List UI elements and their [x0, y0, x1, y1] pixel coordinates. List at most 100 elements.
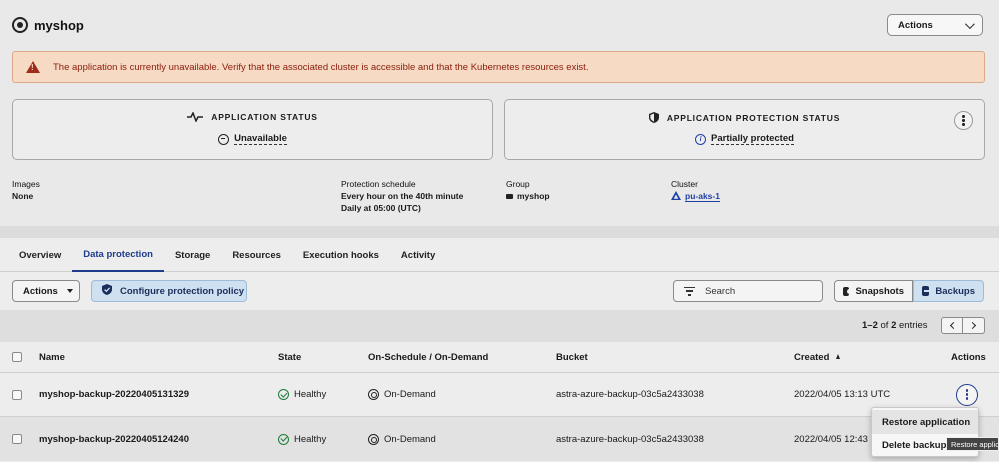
search-input[interactable]: Search	[673, 280, 823, 302]
group-meta: Group myshop	[506, 178, 550, 202]
row-checkbox[interactable]	[12, 434, 22, 444]
column-state[interactable]: State	[278, 342, 301, 372]
protection-status-title-row: APPLICATION PROTECTION STATUS	[505, 112, 984, 123]
app-overview-section: myshop Actions The application is curren…	[0, 0, 999, 226]
section-divider	[0, 226, 999, 238]
unavailable-alert: The application is currently unavailable…	[12, 51, 985, 83]
protection-status-value-row[interactable]: i Partially protected	[505, 133, 984, 145]
protection-status-title: APPLICATION PROTECTION STATUS	[666, 112, 841, 123]
column-name[interactable]: Name	[39, 342, 65, 372]
tab-overview[interactable]: Overview	[8, 238, 72, 272]
snapshots-toggle-button[interactable]: Snapshots	[834, 280, 913, 302]
alert-message: The application is currently unavailable…	[53, 61, 589, 73]
row-actions-button[interactable]	[956, 383, 978, 406]
table-row: myshop-backup-20220405131329 Healthy On-…	[0, 373, 999, 417]
configure-protection-policy-label: Configure protection policy	[120, 285, 245, 297]
select-all-checkbox[interactable]	[12, 352, 22, 362]
pager-bar	[0, 310, 999, 342]
pulse-icon	[187, 112, 204, 122]
backup-state: Healthy	[278, 373, 326, 416]
unavailable-icon	[218, 133, 230, 145]
backup-state-label: Healthy	[294, 389, 327, 400]
restore-tooltip: Restore application	[946, 437, 999, 451]
on-demand-icon	[368, 433, 379, 445]
configure-protection-policy-button[interactable]: Configure protection policy	[91, 280, 247, 302]
protection-schedule-line1: Every hour on the 40th minute	[341, 191, 464, 201]
protection-status-value: Partially protected	[711, 133, 794, 145]
backup-actions-dropdown[interactable]: Actions	[12, 280, 80, 302]
column-actions: Actions	[951, 351, 986, 363]
kebab-dot	[962, 119, 965, 122]
column-created-label: Created	[794, 351, 830, 363]
tab-execution-hooks[interactable]: Execution hooks	[292, 238, 390, 272]
kebab-dot	[962, 123, 965, 126]
tab-activity[interactable]: Activity	[390, 238, 446, 272]
data-protection-panel: Overview Data protection Storage Resourc…	[0, 238, 999, 462]
application-status-card: APPLICATION STATUS Unavailable	[12, 99, 493, 160]
app-actions-dropdown[interactable]: Actions	[887, 14, 983, 36]
warning-icon	[26, 61, 40, 73]
filter-icon	[684, 286, 695, 296]
backup-actions-label: Actions	[23, 285, 58, 297]
check-circle-icon	[278, 433, 289, 445]
kebab-dot	[965, 393, 969, 396]
column-schedule[interactable]: On-Schedule / On-Demand	[368, 342, 488, 372]
entries-word: entries	[899, 320, 928, 331]
backup-schedule-label: On-Demand	[384, 389, 436, 400]
row-checkbox[interactable]	[12, 389, 22, 400]
application-status-value: Unavailable	[234, 133, 287, 145]
entries-range: 1–2	[862, 320, 878, 331]
folder-icon	[506, 194, 513, 200]
protection-schedule-line2: Daily at 05:00 (UTC)	[341, 203, 421, 213]
backup-state-label: Healthy	[294, 433, 327, 445]
shield-check-icon	[102, 284, 112, 298]
backup-bucket: astra-azure-backup-03c5a2433038	[556, 389, 704, 400]
search-placeholder: Search	[705, 285, 736, 297]
protection-status-card: APPLICATION PROTECTION STATUS i Partiall…	[504, 99, 985, 160]
images-value: None	[12, 191, 34, 201]
chevron-down-icon	[964, 18, 975, 29]
shield-icon	[648, 112, 659, 123]
column-created[interactable]: Created	[794, 342, 841, 372]
backups-label: Backups	[935, 285, 975, 297]
entries-count: 1–2 of 2 entries	[862, 320, 928, 331]
table-header: Name State On-Schedule / On-Demand Bucke…	[0, 342, 999, 373]
backup-schedule: On-Demand	[368, 417, 436, 461]
on-demand-icon	[368, 389, 379, 400]
protection-more-options-button[interactable]	[954, 111, 973, 130]
next-page-button[interactable]	[963, 317, 985, 334]
tab-resources[interactable]: Resources	[221, 238, 292, 272]
backup-icon	[922, 286, 931, 296]
entries-of: of	[880, 320, 889, 331]
group-value: myshop	[517, 191, 550, 201]
backups-toggle-button[interactable]: Backups	[913, 280, 984, 302]
chevron-right-icon	[968, 321, 977, 330]
snapshots-label: Snapshots	[855, 285, 904, 297]
tab-bar: Overview Data protection Storage Resourc…	[0, 238, 999, 272]
images-meta: Images None	[12, 178, 40, 202]
previous-page-button[interactable]	[941, 317, 963, 334]
check-circle-icon	[278, 389, 289, 400]
kebab-dot	[962, 115, 965, 118]
application-status-value-row[interactable]: Unavailable	[13, 133, 492, 145]
application-status-title-row: APPLICATION STATUS	[13, 112, 492, 122]
cluster-label: Cluster	[671, 179, 698, 189]
column-bucket[interactable]: Bucket	[556, 342, 588, 372]
protection-schedule-meta: Protection schedule Every hour on the 40…	[341, 178, 463, 214]
pagination	[941, 317, 985, 334]
backup-schedule: On-Demand	[368, 373, 436, 416]
restore-application-menu-item[interactable]: Restore application	[872, 410, 978, 434]
sort-ascending-icon	[836, 353, 841, 359]
backup-name: myshop-backup-20220405131329	[39, 389, 189, 400]
cluster-link[interactable]: pu-aks-1	[685, 191, 720, 202]
application-status-title: APPLICATION STATUS	[211, 112, 318, 122]
tab-storage[interactable]: Storage	[164, 238, 221, 272]
backup-schedule-label: On-Demand	[384, 433, 436, 445]
info-icon: i	[695, 133, 707, 145]
app-logo-icon	[12, 17, 28, 33]
app-header: myshop	[12, 14, 84, 36]
backup-bucket: astra-azure-backup-03c5a2433038	[556, 433, 704, 445]
app-title: myshop	[34, 17, 84, 33]
tab-data-protection[interactable]: Data protection	[72, 238, 164, 272]
table-row: myshop-backup-20220405124240 Healthy On-…	[0, 417, 999, 461]
